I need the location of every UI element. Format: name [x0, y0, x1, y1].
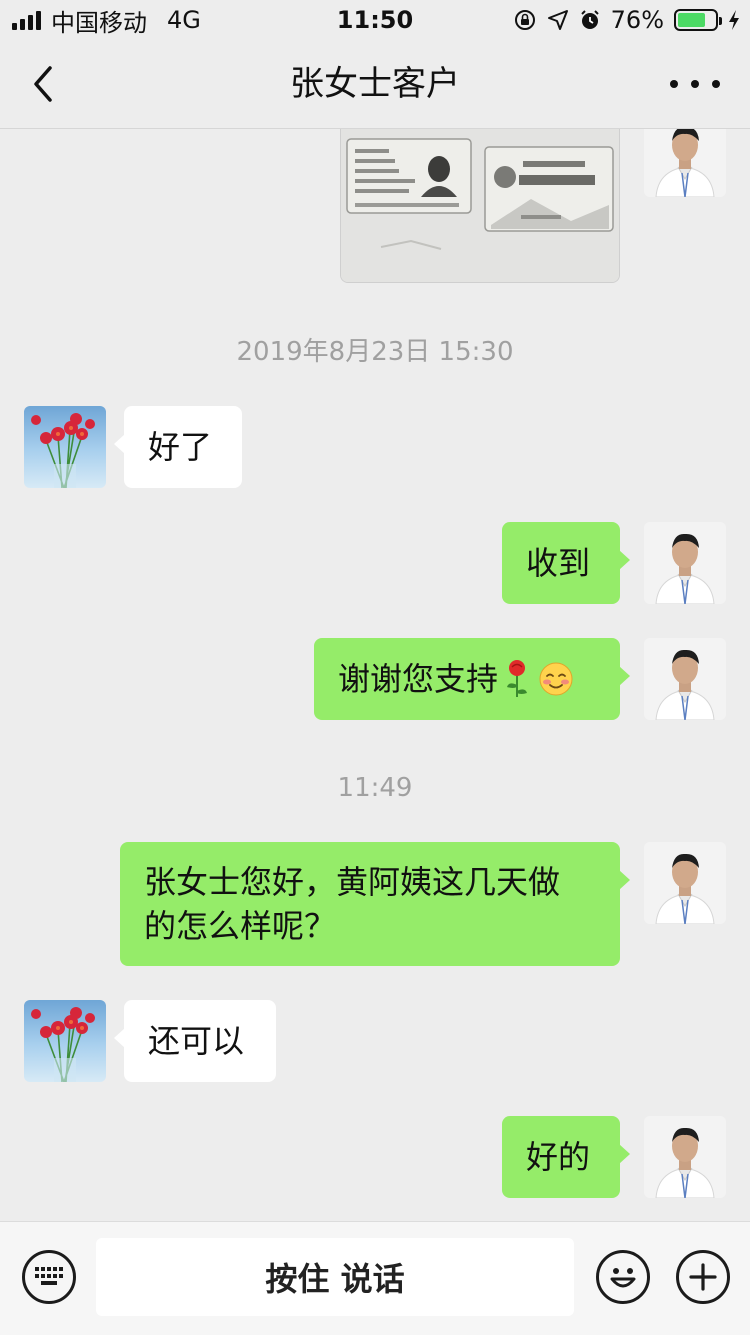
- sent-message-bubble[interactable]: 好的: [502, 1116, 630, 1198]
- chat-area[interactable]: 2019年8月23日 15:30 好了 收到 谢谢您支持 11:49 张女士您好…: [0, 129, 750, 1221]
- message-text: 好了: [148, 428, 213, 466]
- sent-message-bubble[interactable]: 收到: [502, 522, 630, 604]
- flower-avatar-icon: [31, 413, 95, 488]
- emoji-button[interactable]: [596, 1250, 650, 1304]
- sent-message-bubble[interactable]: 张女士您好，黄阿姨这几天做 的怎么样呢？: [120, 842, 630, 966]
- contact-avatar[interactable]: [24, 1000, 106, 1082]
- person-avatar-icon: [644, 1116, 726, 1198]
- contact-avatar[interactable]: [24, 406, 106, 488]
- more-button[interactable]: [670, 70, 720, 98]
- message-text: 收到: [526, 544, 591, 582]
- person-avatar-icon: [644, 638, 726, 720]
- status-right: 76%: [513, 6, 740, 34]
- timestamp-label: 11:49: [337, 773, 413, 803]
- rotation-lock-icon: [514, 10, 535, 30]
- my-avatar[interactable]: [644, 522, 726, 604]
- my-avatar[interactable]: [644, 842, 726, 924]
- plus-icon: [689, 1263, 717, 1291]
- timestamp-label: 2019年8月23日 15:30: [236, 337, 514, 367]
- my-avatar[interactable]: [644, 1116, 726, 1198]
- person-avatar-icon: [644, 842, 726, 924]
- message-text: 还可以: [148, 1022, 245, 1060]
- received-message-bubble[interactable]: 好了: [114, 406, 242, 488]
- blush-emoji: [539, 662, 573, 696]
- person-avatar-icon: [644, 522, 726, 604]
- input-bar: 按住 说话: [0, 1221, 750, 1335]
- id-card-photo: [341, 129, 619, 282]
- hold-to-talk-button[interactable]: 按住 说话: [96, 1238, 574, 1316]
- message-text-line: 的怎么样呢？: [144, 907, 337, 945]
- message-text-line: 张女士您好，黄阿姨这几天做: [144, 863, 561, 901]
- more-functions-button[interactable]: [676, 1250, 730, 1304]
- flower-avatar-icon: [31, 1007, 95, 1082]
- status-bar: 中国移动 4G 11:50 76%: [0, 0, 750, 40]
- keyboard-toggle-button[interactable]: [22, 1250, 76, 1304]
- my-avatar[interactable]: [644, 129, 726, 197]
- battery-icon: [674, 9, 722, 31]
- received-message-bubble[interactable]: 还可以: [114, 1000, 276, 1082]
- image-message[interactable]: [340, 129, 620, 283]
- message-text: 好的: [526, 1138, 591, 1176]
- rose-emoji: [507, 660, 528, 697]
- message-text: 谢谢您支持: [338, 660, 499, 698]
- person-avatar-icon: [644, 129, 726, 197]
- emoji-icon: [610, 1268, 636, 1288]
- nav-bar: 张女士客户: [0, 40, 750, 129]
- location-icon: [547, 10, 568, 30]
- keyboard-icon: [35, 1267, 63, 1285]
- my-avatar[interactable]: [644, 638, 726, 720]
- charging-icon: [729, 10, 739, 30]
- sent-message-bubble[interactable]: 谢谢您支持: [314, 638, 630, 720]
- more-dots-icon: [670, 80, 678, 88]
- alarm-icon: [580, 10, 599, 29]
- page-title: 张女士客户: [290, 64, 460, 104]
- battery-percent: 76%: [610, 6, 664, 34]
